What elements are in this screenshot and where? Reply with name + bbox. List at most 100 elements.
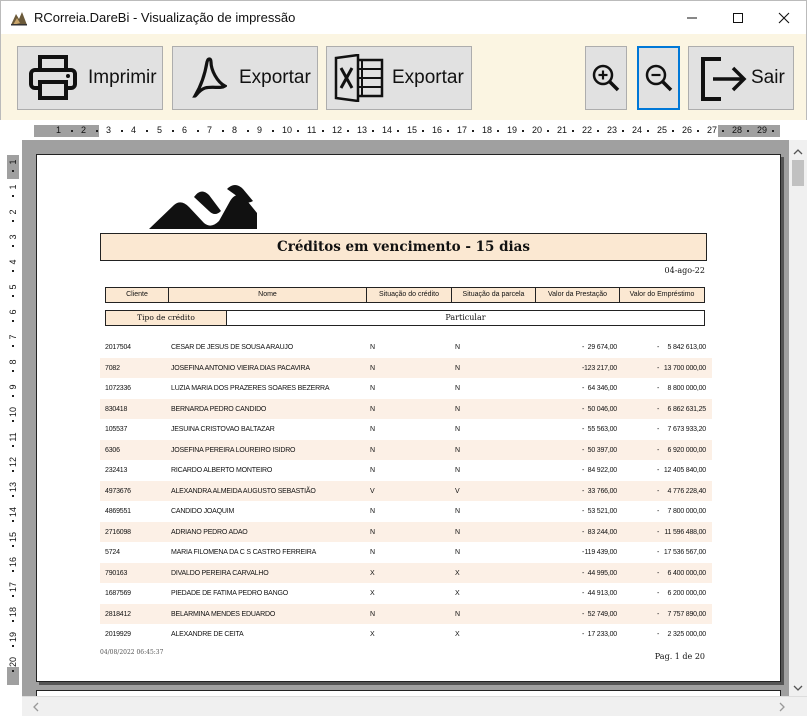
row-installment-status: N: [455, 508, 460, 515]
row-loan-dash: -: [657, 344, 660, 351]
row-installment-value: 50 046,00: [587, 405, 618, 413]
row-installment-dash: -: [582, 426, 585, 433]
vertical-ruler-tick-label: 1: [8, 184, 18, 190]
vertical-ruler-tick-mark: [12, 395, 14, 397]
ruler-tick-mark: [272, 130, 274, 132]
row-installment-value: 123 217,00: [583, 364, 617, 372]
scroll-left-icon[interactable]: [28, 698, 44, 716]
vertical-ruler-tick-label: 11: [8, 432, 18, 442]
vertical-scrollbar[interactable]: [789, 140, 807, 696]
row-client-name: ADRIANO PEDRO ADAO: [171, 528, 248, 536]
table-row: 830418 BERNARDA PEDRO CANDIDO N N -50 046,00…: [100, 398, 712, 419]
row-installment-value: 52 749,00: [587, 610, 618, 618]
close-icon: [778, 12, 790, 24]
row-installment-value: 50 397,00: [587, 446, 618, 454]
ruler-margin-right: [718, 125, 780, 137]
row-credit-status: X: [370, 590, 375, 597]
ruler-tick-label: 17: [457, 125, 468, 135]
row-installment-status: N: [455, 344, 460, 351]
table-row: 2017504 CESAR DE JESUS DE SOUSA ARAUJO N N -…: [100, 337, 712, 358]
preview-canvas[interactable]: Créditos em vencimento - 15 dias 04-ago-…: [22, 140, 789, 696]
vertical-ruler-tick-label: 14: [8, 506, 18, 517]
vertical-ruler-tick-label: 8: [8, 359, 18, 365]
row-loan-value: 8 800 000,00: [667, 385, 707, 392]
row-installment-value: 83 244,00: [587, 528, 618, 536]
ruler-tick-label: 23: [607, 125, 618, 135]
ruler-tick-mark: [497, 130, 499, 132]
row-installment-status: N: [455, 467, 460, 474]
vertical-ruler-tick-mark: [12, 270, 14, 272]
minimize-icon: [687, 17, 697, 19]
vertical-ruler-tick-label: 7: [8, 334, 18, 340]
zoom-out-button[interactable]: [637, 46, 680, 110]
row-loan-value: 11 596 488,00: [664, 528, 706, 536]
row-loan-value: 5 842 613,00: [667, 344, 707, 351]
row-installment-value: 17 233,00: [587, 631, 618, 638]
row-loan-value: 7 757 890,00: [667, 610, 707, 618]
exit-label: Sair: [751, 67, 785, 88]
window-title: RCorreia.DareBi - Visualização de impres…: [34, 10, 296, 25]
row-installment-status: X: [455, 590, 460, 597]
row-credit-status: X: [370, 631, 375, 638]
horizontal-scrollbar[interactable]: [22, 696, 807, 716]
scroll-right-icon[interactable]: [774, 698, 790, 716]
row-client-name: JOSEFINA PEREIRA LOUREIRO ISIDRO: [171, 446, 296, 454]
vertical-ruler-tick-mark: [12, 170, 14, 172]
column-header-installment-value: Valor da Prestação: [536, 287, 620, 303]
row-loan-value: 7 673 933,20: [667, 426, 707, 433]
row-loan-dash: -: [657, 364, 660, 372]
export-pdf-button[interactable]: Exportar: [172, 46, 318, 110]
row-loan-value: 12 405 840,00: [663, 467, 706, 474]
row-loan-value: 6 862 631,25: [667, 405, 707, 413]
row-credit-status: N: [370, 549, 375, 556]
print-button[interactable]: Imprimir: [17, 46, 163, 110]
ruler-tick-mark: [522, 130, 524, 132]
row-installment-status: N: [455, 426, 460, 433]
ruler-tick-mark: [347, 130, 349, 132]
ruler-tick-mark: [297, 130, 299, 132]
row-client-name: CESAR DE JESUS DE SOUSA ARAUJO: [171, 344, 293, 351]
row-client-name: BERNARDA PEDRO CANDIDO: [171, 405, 267, 413]
table-row: 1687569 PIEDADE DE FATIMA PEDRO BANGO X X -4…: [100, 583, 712, 604]
scroll-up-icon[interactable]: [789, 144, 807, 160]
vertical-scroll-thumb[interactable]: [792, 160, 804, 186]
row-client-id: 4973676: [105, 487, 131, 495]
row-installment-dash: -: [582, 569, 585, 577]
row-installment-status: N: [455, 528, 460, 536]
row-client-name: RICARDO ALBERTO MONTEIRO: [171, 467, 273, 474]
row-client-name: LUZIA MARIA DOS PRAZERES SOARES BEZERRA: [171, 385, 330, 392]
ruler-tick-mark: [722, 130, 724, 132]
row-installment-status: X: [455, 569, 460, 577]
close-button[interactable]: [761, 1, 807, 35]
row-installment-value: 84 922,00: [587, 467, 618, 474]
row-credit-status: N: [370, 528, 375, 536]
vertical-ruler-tick-mark: [12, 320, 14, 322]
ruler-tick-label: 18: [482, 125, 493, 135]
vertical-ruler-tick-mark: [12, 595, 14, 597]
ruler-tick-mark: [447, 130, 449, 132]
row-client-id: 2818412: [105, 610, 131, 618]
row-installment-value: 29 674,00: [587, 344, 618, 351]
maximize-button[interactable]: [715, 1, 761, 35]
exit-button[interactable]: Sair: [688, 46, 794, 110]
ruler-tick-mark: [622, 130, 624, 132]
minimize-button[interactable]: [669, 1, 715, 35]
column-header-installment-status: Situação da parcela: [452, 287, 536, 303]
ruler-tick-label: 2: [81, 125, 87, 135]
row-installment-value: 44 995,00: [587, 569, 618, 577]
row-loan-dash: -: [657, 590, 660, 597]
vertical-ruler-tick-label: 10: [8, 406, 18, 417]
row-loan-dash: -: [657, 549, 660, 556]
ruler-tick-mark: [197, 130, 199, 132]
scroll-down-icon[interactable]: [789, 680, 807, 696]
row-loan-value: 6 400 000,00: [667, 569, 707, 577]
row-client-name: ALEXANDRE DE CEITA: [171, 631, 244, 638]
ruler-tick-label: 25: [657, 125, 668, 135]
vertical-ruler-tick-mark: [12, 620, 14, 622]
row-client-id: 1072336: [105, 385, 131, 392]
zoom-in-button[interactable]: [585, 46, 627, 110]
row-installment-value: 44 913,00: [587, 590, 618, 597]
export-excel-button[interactable]: Exportar: [326, 46, 472, 110]
vertical-ruler-tick-mark: [12, 445, 14, 447]
row-loan-value: 7 800 000,00: [667, 508, 707, 515]
